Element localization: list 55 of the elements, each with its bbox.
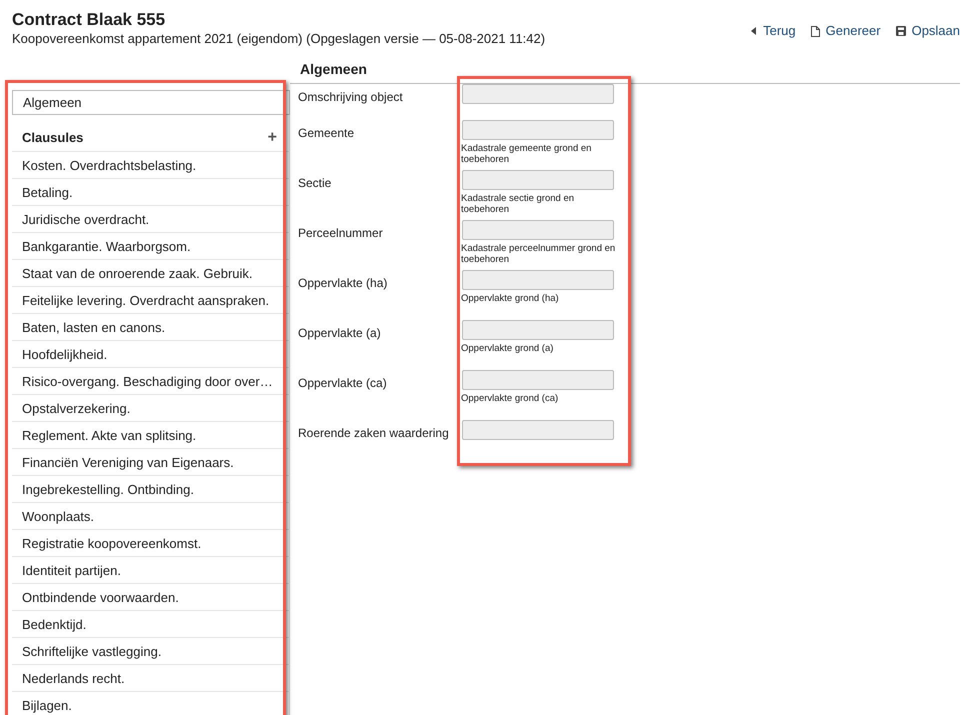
generate-link[interactable]: Genereer (810, 15, 881, 47)
nav-item[interactable]: Nederlands recht. (12, 665, 289, 692)
field-label: Oppervlakte (a) (298, 326, 381, 340)
field-label: Sectie (298, 176, 332, 190)
field-hint: Oppervlakte grond (ha) (461, 293, 560, 304)
nav-item[interactable]: Feitelijke levering. Overdracht aanspraken. (12, 287, 289, 314)
field-label: Oppervlakte (ha) (298, 276, 388, 290)
field-hint: Oppervlakte grond (a) (461, 343, 554, 354)
section-title: Algemeen (300, 60, 368, 78)
input-field[interactable] (462, 84, 614, 104)
nav-item[interactable]: Bankgarantie. Waarborgsom. (12, 233, 289, 260)
input-field[interactable] (462, 220, 614, 240)
add-button[interactable]: + (268, 130, 277, 146)
nav-item[interactable]: Baten, lasten en canons. (12, 314, 289, 341)
save-icon (896, 26, 906, 36)
nav-item[interactable]: Kosten. Overdrachtsbelasting. (12, 152, 289, 179)
nav-item[interactable]: Algemeen (12, 90, 290, 115)
field-label: Oppervlakte (ca) (298, 376, 387, 390)
nav-item[interactable]: Reglement. Akte van splitsing. (12, 422, 289, 449)
nav-item[interactable]: Juridische overdracht. (12, 206, 289, 233)
field-hint: Kadastrale gemeente grond en toebehoren (461, 143, 592, 165)
back-icon (751, 27, 758, 35)
input-field[interactable] (462, 270, 614, 290)
document-icon (810, 26, 820, 36)
nav-item[interactable]: Schriftelijke vastlegging. (12, 638, 289, 665)
field-hint: Oppervlakte grond (ca) (461, 393, 560, 404)
input-field[interactable] (462, 170, 614, 190)
input-field[interactable] (462, 370, 614, 390)
nav-item[interactable]: Bedenktijd. (12, 611, 289, 638)
back-link[interactable]: Terug (751, 15, 796, 47)
nav-item[interactable]: Betaling. (12, 179, 289, 206)
field-label: Perceelnummer (298, 226, 383, 240)
field-label: Gemeente (298, 126, 354, 140)
page-title: Contract Blaak 555 (12, 9, 166, 31)
nav-item[interactable]: Woonplaats. (12, 503, 289, 530)
nav-item[interactable]: Ontbindende voorwaarden. (12, 584, 289, 611)
input-field[interactable] (462, 120, 614, 140)
nav-item[interactable]: Hoofdelijkheid. (12, 341, 289, 368)
input-field[interactable] (462, 420, 614, 440)
input-field[interactable] (462, 320, 614, 340)
nav-item[interactable]: Opstalverzekering. (12, 395, 289, 422)
nav-item[interactable]: Registratie koopovereenkomst. (12, 530, 289, 557)
nav-item[interactable]: Staat van de onroerende zaak. Gebruik. (12, 260, 289, 287)
field-label: Omschrijving object (298, 90, 403, 104)
field-label: Roerende zaken waardering (298, 426, 449, 440)
nav-item[interactable]: Ingebrekestelling. Ontbinding. (12, 476, 289, 503)
field-hint: Kadastrale perceelnummer grond en toebehoren (461, 243, 616, 265)
nav-item[interactable]: Identiteit partijen. (12, 557, 289, 584)
nav-item[interactable]: Bijlagen. (12, 692, 289, 715)
save-link[interactable]: Opslaan (896, 15, 960, 47)
nav-item[interactable]: Risico-overgang. Beschadiging door over… (12, 368, 289, 395)
section-heading: Clausules (22, 129, 84, 148)
page-subtitle: Koopovereenkomst appartement 2021 (eigendom) (Opgeslagen versie — 05-08-2021 11:42) (12, 31, 546, 47)
field-hint: Kadastrale sectie grond en toebehoren (461, 193, 576, 215)
nav-item[interactable]: Financiën Vereniging van Eigenaars. (12, 449, 289, 476)
